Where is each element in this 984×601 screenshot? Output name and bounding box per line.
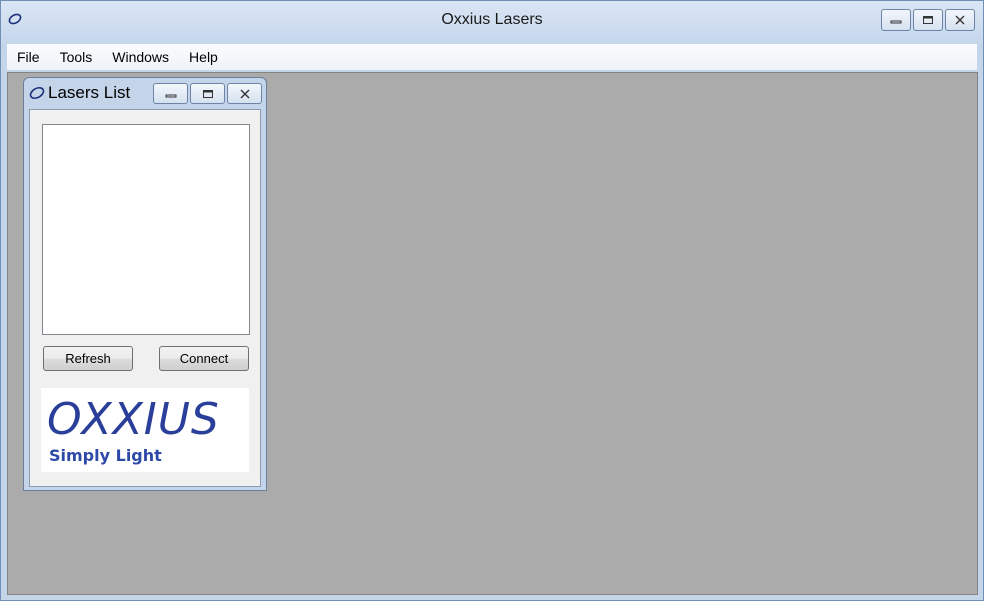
maximize-icon xyxy=(923,16,933,24)
oxxius-logo: OXXIUS Simply Light xyxy=(41,388,249,472)
maximize-button[interactable] xyxy=(913,9,943,31)
app-logo-icon xyxy=(29,86,45,100)
logo-tagline: Simply Light xyxy=(49,446,162,465)
minimize-icon xyxy=(165,94,176,97)
connect-button[interactable]: Connect xyxy=(159,346,249,371)
minimize-icon xyxy=(890,20,902,24)
child-maximize-button[interactable] xyxy=(190,83,225,104)
menu-windows[interactable]: Windows xyxy=(102,44,179,70)
main-window: Oxxius Lasers File Tools Windows Help La… xyxy=(0,0,984,601)
minimize-button[interactable] xyxy=(881,9,911,31)
window-title: Oxxius Lasers xyxy=(441,11,543,28)
child-minimize-button[interactable] xyxy=(153,83,188,104)
maximize-icon xyxy=(202,89,213,98)
refresh-button[interactable]: Refresh xyxy=(43,346,133,371)
title-bar[interactable]: Oxxius Lasers xyxy=(1,1,983,43)
close-icon xyxy=(240,89,249,98)
child-title-bar[interactable]: Lasers List xyxy=(24,78,266,108)
child-caption-buttons xyxy=(153,83,262,104)
lasers-list-window: Lasers List Refresh Connect OXXIUS Simpl… xyxy=(23,77,267,491)
close-icon xyxy=(955,15,965,25)
child-client-area: Refresh Connect OXXIUS Simply Light xyxy=(29,109,261,487)
menu-bar: File Tools Windows Help xyxy=(7,44,977,70)
close-button[interactable] xyxy=(945,9,975,31)
mdi-workspace: Lasers List Refresh Connect OXXIUS Simpl… xyxy=(7,72,978,595)
child-close-button[interactable] xyxy=(227,83,262,104)
caption-buttons xyxy=(881,9,975,31)
child-window-title: Lasers List xyxy=(48,83,131,102)
logo-wordmark: OXXIUS xyxy=(47,394,220,445)
menu-tools[interactable]: Tools xyxy=(50,44,103,70)
lasers-listbox[interactable] xyxy=(42,124,250,335)
menu-help[interactable]: Help xyxy=(179,44,228,70)
menu-file[interactable]: File xyxy=(7,44,50,70)
